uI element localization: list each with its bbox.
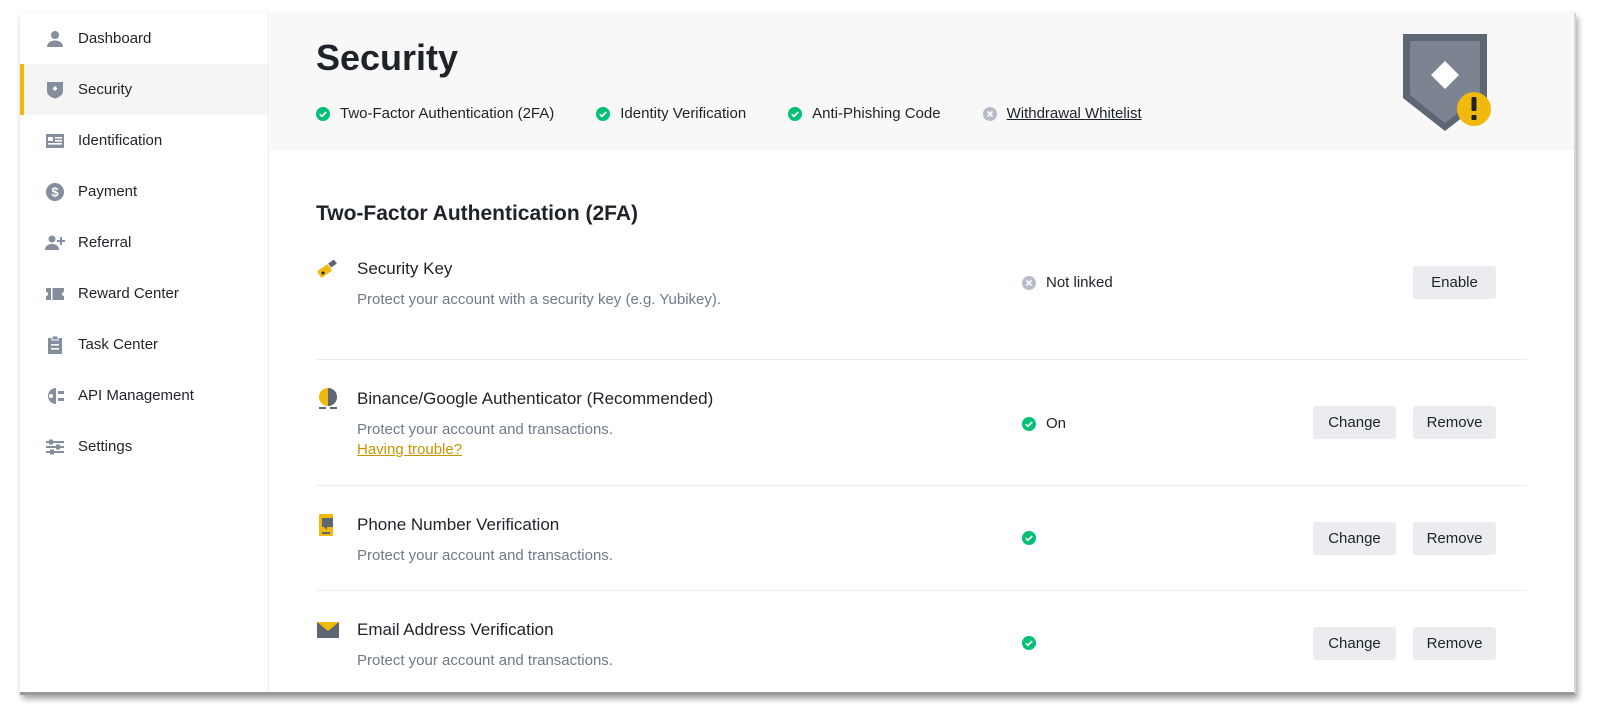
row-status: On xyxy=(1022,415,1066,432)
sidebar-item-label: Payment xyxy=(78,183,138,200)
sidebar-item-identification[interactable]: Identification xyxy=(20,115,268,166)
row-description: Protect your account and transactions. xyxy=(357,652,613,669)
row-title: Email Address Verification xyxy=(357,620,554,639)
status-identity-verification: Identity Verification xyxy=(596,105,746,122)
row-title: Security Key xyxy=(357,259,453,278)
x-circle-icon xyxy=(1022,275,1036,290)
status-anti-phishing: Anti-Phishing Code xyxy=(788,105,941,122)
row-title: Phone Number Verification xyxy=(357,515,560,534)
sliders-icon xyxy=(44,436,66,458)
api-icon xyxy=(44,385,66,407)
usb-key-icon xyxy=(316,257,340,281)
id-card-icon xyxy=(44,130,66,152)
phone-icon xyxy=(316,513,340,537)
main-content: Security Two-Factor Authentication (2FA)… xyxy=(270,13,1574,692)
check-circle-icon xyxy=(1022,531,1036,545)
sidebar-item-label: Reward Center xyxy=(78,285,179,302)
status-withdrawal-whitelist: Withdrawal Whitelist xyxy=(982,105,1142,122)
envelope-icon xyxy=(316,618,340,642)
authenticator-icon xyxy=(316,387,340,411)
section-title: Two-Factor Authentication (2FA) xyxy=(316,202,638,225)
shield-icon xyxy=(44,79,66,101)
sidebar-item-label: Settings xyxy=(78,438,133,455)
status-label: Two-Factor Authentication (2FA) xyxy=(340,105,555,122)
remove-phone-button[interactable]: Remove xyxy=(1413,522,1496,555)
enable-security-key-button[interactable]: Enable xyxy=(1413,266,1496,299)
row-description: Protect your account and transactions. xyxy=(357,547,613,564)
security-header: Security Two-Factor Authentication (2FA)… xyxy=(270,13,1574,150)
email-verification-row: Email Address Verification Protect your … xyxy=(316,591,1527,692)
sidebar-item-dashboard[interactable]: Dashboard xyxy=(20,13,268,64)
sidebar-item-api-management[interactable]: API Management xyxy=(20,370,268,421)
sidebar-item-reward-center[interactable]: Reward Center xyxy=(20,268,268,319)
check-circle-icon xyxy=(1022,636,1036,650)
withdrawal-whitelist-link[interactable]: Withdrawal Whitelist xyxy=(1007,105,1142,122)
page-title: Security xyxy=(316,37,459,78)
security-status-row: Two-Factor Authentication (2FA) Identity… xyxy=(316,105,1184,122)
check-circle-icon xyxy=(1022,416,1036,431)
sidebar-item-label: Referral xyxy=(78,234,132,251)
app-window: Dashboard Security Identification $ Paym… xyxy=(20,13,1576,695)
check-circle-icon xyxy=(788,106,803,121)
row-status xyxy=(1022,636,1046,650)
status-text: On xyxy=(1046,415,1067,432)
sidebar-item-referral[interactable]: Referral xyxy=(20,217,268,268)
sidebar: Dashboard Security Identification $ Paym… xyxy=(20,13,269,692)
security-key-row: Security Key Protect your account with a… xyxy=(316,243,1527,360)
ticket-icon xyxy=(44,283,66,305)
row-description: Protect your account with a security key… xyxy=(357,291,722,308)
sidebar-item-label: Identification xyxy=(78,132,163,149)
clipboard-icon xyxy=(44,334,66,356)
check-circle-icon xyxy=(596,106,611,121)
change-authenticator-button[interactable]: Change xyxy=(1313,406,1396,439)
phone-verification-row: Phone Number Verification Protect your a… xyxy=(316,486,1527,591)
status-2fa: Two-Factor Authentication (2FA) xyxy=(316,105,554,122)
sidebar-item-settings[interactable]: Settings xyxy=(20,421,268,472)
security-level-badge-icon xyxy=(1400,31,1495,135)
sidebar-item-label: Dashboard xyxy=(78,30,152,47)
add-user-icon xyxy=(44,232,66,254)
row-title: Binance/Google Authenticator (Recommende… xyxy=(357,389,714,408)
status-label: Identity Verification xyxy=(620,105,747,122)
sidebar-item-security[interactable]: Security xyxy=(20,64,268,115)
remove-authenticator-button[interactable]: Remove xyxy=(1413,406,1496,439)
authenticator-row: Binance/Google Authenticator (Recommende… xyxy=(316,360,1527,486)
twofa-section: Two-Factor Authentication (2FA) Security… xyxy=(270,202,1574,692)
sidebar-item-task-center[interactable]: Task Center xyxy=(20,319,268,370)
x-circle-icon xyxy=(982,106,997,121)
change-phone-button[interactable]: Change xyxy=(1313,522,1396,555)
sidebar-item-payment[interactable]: $ Payment xyxy=(20,166,268,217)
status-text: Not linked xyxy=(1046,274,1113,291)
sidebar-item-label: Security xyxy=(78,81,133,98)
having-trouble-link[interactable]: Having trouble? xyxy=(357,441,462,458)
change-email-button[interactable]: Change xyxy=(1313,627,1396,660)
user-icon xyxy=(44,28,66,50)
sidebar-item-label: Task Center xyxy=(78,336,159,353)
sidebar-item-label: API Management xyxy=(78,387,194,404)
row-status xyxy=(1022,531,1046,545)
row-status: Not linked xyxy=(1022,274,1113,291)
dollar-icon: $ xyxy=(44,181,66,203)
row-description: Protect your account and transactions. xyxy=(357,421,613,438)
status-label: Anti-Phishing Code xyxy=(812,105,941,122)
remove-email-button[interactable]: Remove xyxy=(1413,627,1496,660)
svg-text:$: $ xyxy=(51,184,59,199)
check-circle-icon xyxy=(316,106,330,121)
